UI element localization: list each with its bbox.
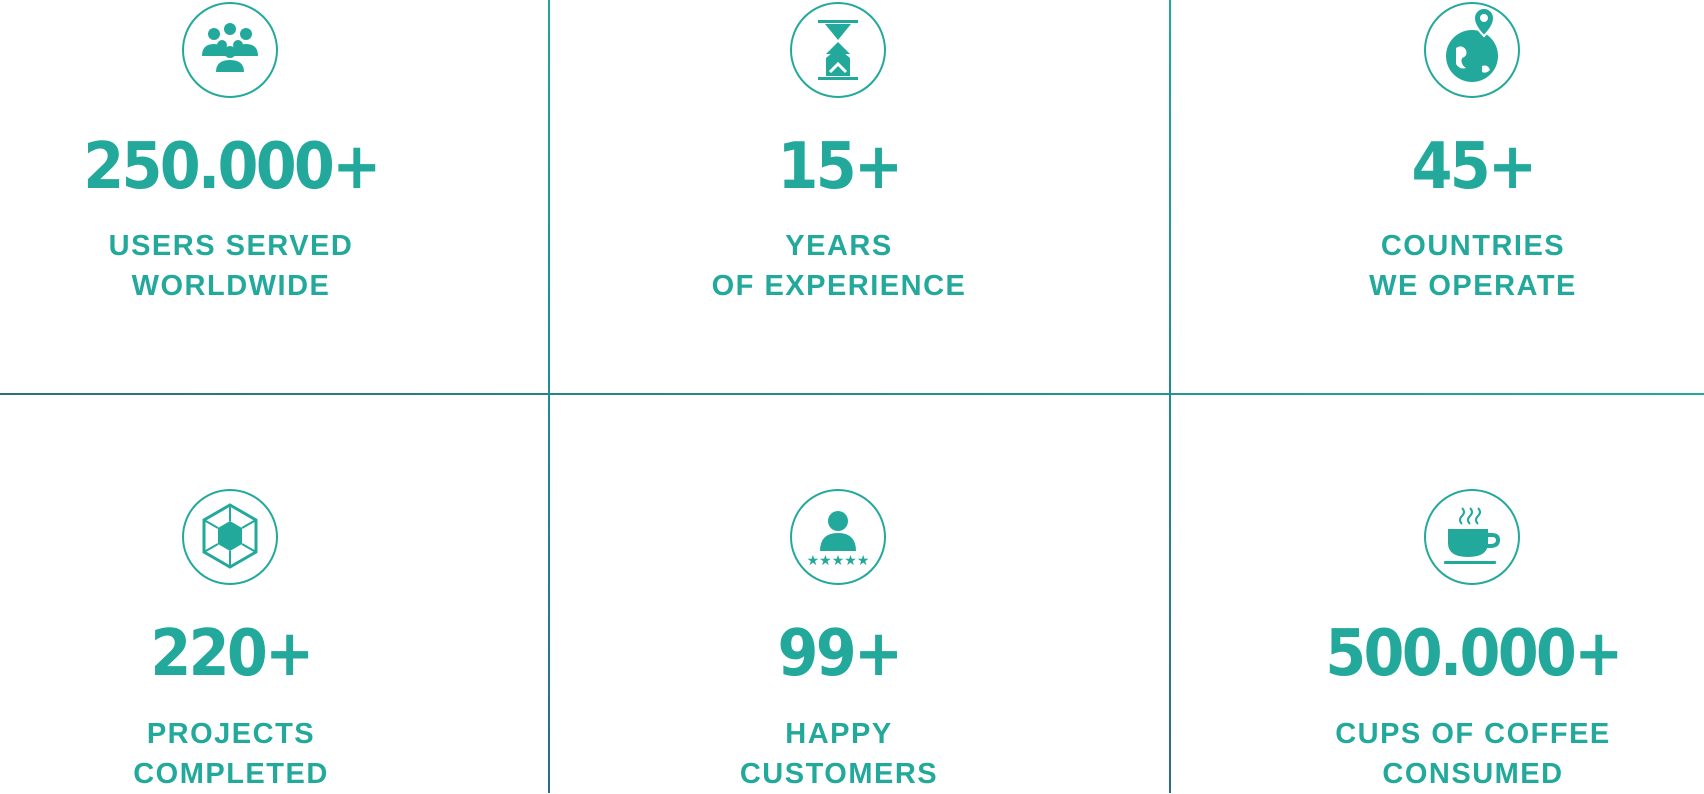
stat-label-line1: COUNTRIES xyxy=(1380,230,1566,262)
stat-label-line1: PROJECTS xyxy=(146,718,316,750)
stat-label-line2: OF EXPERIENCE xyxy=(711,270,967,302)
hourglass-icon xyxy=(790,2,886,98)
horizontal-divider xyxy=(0,393,1704,395)
stat-label-line1: CUPS OF COFFEE xyxy=(1335,718,1611,750)
stat-label-line2: COMPLETED xyxy=(133,758,329,790)
vertical-divider-left xyxy=(548,0,550,793)
stat-value: 500.000+ xyxy=(1325,617,1623,691)
stat-label-line1: HAPPY xyxy=(785,718,893,750)
stat-value: 45+ xyxy=(1411,130,1538,204)
stat-label-line2: CONSUMED xyxy=(1382,758,1564,790)
stat-value: 15+ xyxy=(777,130,904,204)
stat-label-line2: WE OPERATE xyxy=(1369,270,1577,302)
stat-label-line2: CUSTOMERS xyxy=(739,758,939,790)
stat-label-line1: USERS SERVED xyxy=(108,230,354,262)
cube-icon xyxy=(182,489,278,585)
users-group-icon xyxy=(182,2,278,98)
globe-pin-icon xyxy=(1424,2,1520,98)
stat-label-line2: WORLDWIDE xyxy=(131,270,331,302)
customer-rating-icon: ★★★★★ xyxy=(790,489,886,585)
stat-value: 220+ xyxy=(150,617,314,691)
vertical-divider-right xyxy=(1169,0,1171,793)
svg-text:★★★★★: ★★★★★ xyxy=(807,553,870,569)
coffee-cup-icon xyxy=(1424,489,1520,585)
stat-value: 99+ xyxy=(777,617,904,691)
stat-label-line1: YEARS xyxy=(785,230,893,262)
stat-value: 250.000+ xyxy=(83,130,381,204)
